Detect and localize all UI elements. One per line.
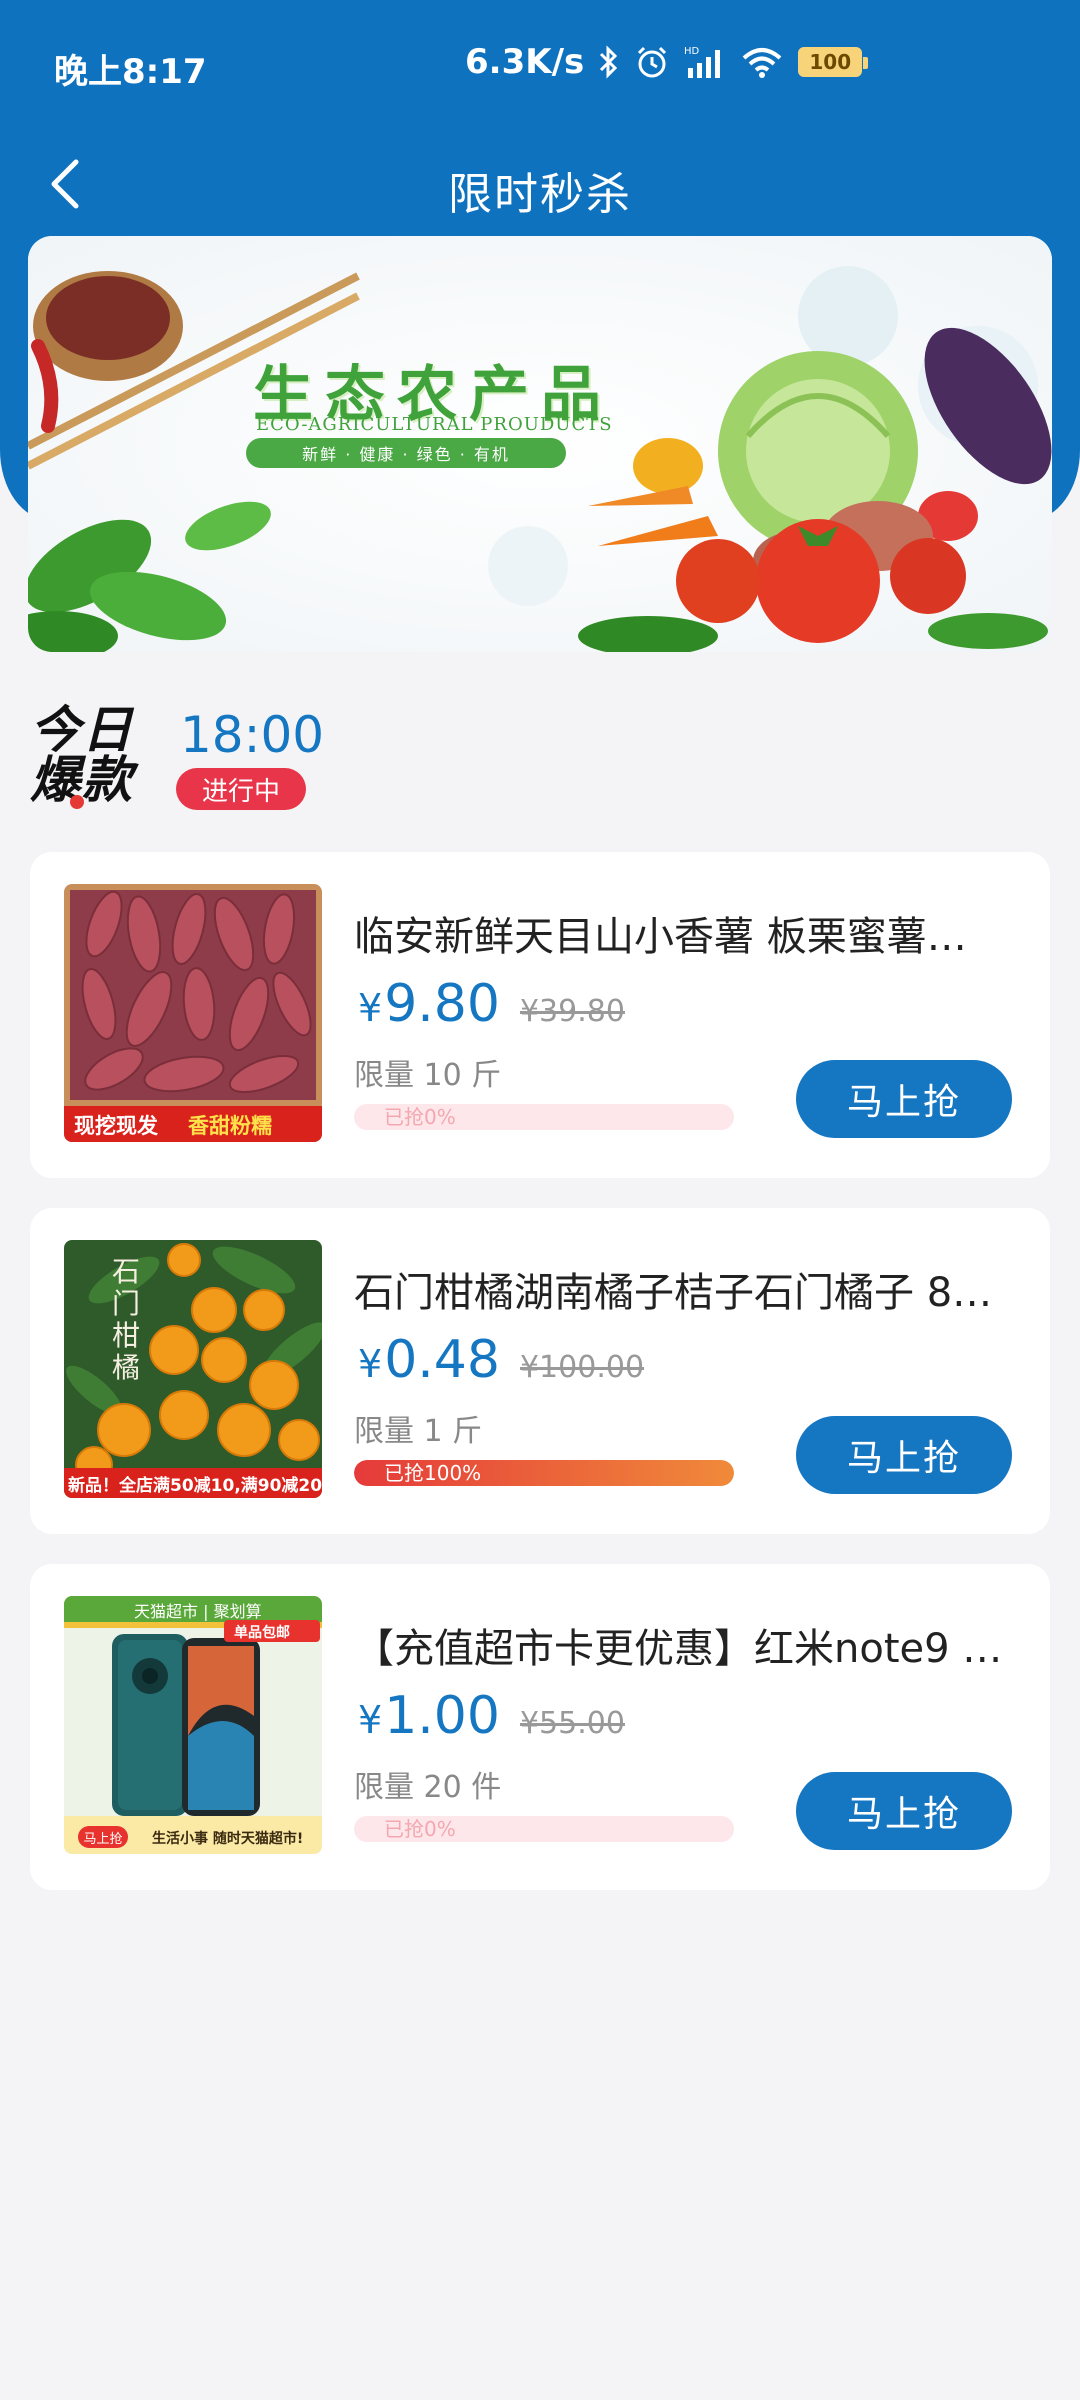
sold-progress-text: 已抢0% bbox=[384, 1817, 456, 1841]
original-price: ¥100.00 bbox=[519, 1350, 645, 1385]
product-title[interactable]: 石门柑橘湖南橘子桔子石门橘子 8… bbox=[354, 1260, 1014, 1318]
thumb-badge: 单品包邮 bbox=[234, 1625, 290, 1641]
bluetooth-icon bbox=[598, 42, 620, 82]
thumb-button: 马上抢 bbox=[78, 1826, 128, 1848]
session-status-badge: 进行中 bbox=[176, 768, 306, 810]
fire-dot-icon bbox=[70, 795, 84, 809]
thumb-footer: 生活小事 随时天猫超市! bbox=[152, 1831, 304, 1847]
price-row: ¥9.80 ¥39.80 bbox=[358, 974, 625, 1034]
thumb-header: 天猫超市 | 聚划算 bbox=[134, 1602, 262, 1621]
original-price: ¥55.00 bbox=[519, 1706, 625, 1741]
sold-progress-bar: 已抢100% bbox=[354, 1460, 734, 1486]
sold-progress-bar: 已抢0% bbox=[354, 1816, 734, 1842]
thumb-caption-right: 香甜粉糯 bbox=[188, 1114, 272, 1138]
today-hot-line1: 今日 bbox=[30, 701, 134, 759]
limit-quantity: 限量 20 件 bbox=[354, 1770, 502, 1805]
battery-icon: 100 bbox=[798, 47, 869, 77]
sold-progress-text: 已抢0% bbox=[384, 1105, 456, 1129]
today-hot-logo: 今日 爆款 bbox=[30, 705, 140, 810]
original-price: ¥39.80 bbox=[519, 994, 625, 1029]
product-thumbnail: 天猫超市 | 聚划算 单品包邮 马上抢 生活小事 随时天猫超市! bbox=[64, 1596, 322, 1854]
buy-now-button[interactable]: 马上抢 bbox=[796, 1416, 1012, 1494]
product-card[interactable]: 现挖现发 香甜粉糯 临安新鲜天目山小香薯 板栗蜜薯… ¥9.80 ¥39.80 … bbox=[30, 852, 1050, 1178]
product-thumbnail: 现挖现发 香甜粉糯 bbox=[64, 884, 322, 1142]
limit-quantity: 限量 1 斤 bbox=[354, 1414, 483, 1449]
sale-price: ¥1.00 bbox=[358, 1686, 500, 1746]
net-speed: 6.3K/s bbox=[465, 42, 585, 82]
svg-text:HD: HD bbox=[684, 46, 700, 57]
status-time: 晚上8:17 bbox=[54, 52, 207, 92]
alarm-icon bbox=[634, 42, 670, 82]
sold-progress-bar: 已抢0% bbox=[354, 1104, 734, 1130]
sold-progress-text: 已抢100% bbox=[384, 1461, 482, 1485]
limit-quantity: 限量 10 斤 bbox=[354, 1058, 502, 1093]
sale-price: ¥0.48 bbox=[358, 1330, 500, 1390]
buy-now-button[interactable]: 马上抢 bbox=[796, 1772, 1012, 1850]
thumb-caption: 新品！全店满50减10,满90减20 bbox=[68, 1476, 322, 1496]
product-title[interactable]: 【充值超市卡更优惠】红米note9 … bbox=[354, 1616, 1014, 1674]
banner-tags: 新鲜 · 健康 · 绿色 · 有机 bbox=[246, 438, 566, 468]
promo-banner[interactable]: 生态农产品 ECO-AGRICULTURAL PROUDUCTS 新鲜 · 健康… bbox=[28, 236, 1052, 652]
status-indicators: 6.3K/s HD 100 bbox=[465, 42, 869, 82]
page-title: 限时秒杀 bbox=[448, 169, 632, 220]
session-time[interactable]: 18:00 bbox=[180, 706, 324, 764]
thumb-overlay-text: 石门柑橘 bbox=[112, 1255, 141, 1384]
buy-now-button[interactable]: 马上抢 bbox=[796, 1060, 1012, 1138]
product-title[interactable]: 临安新鲜天目山小香薯 板栗蜜薯… bbox=[354, 904, 1014, 962]
status-bar: 晚上8:17 6.3K/s HD 100 bbox=[0, 0, 1080, 128]
price-row: ¥1.00 ¥55.00 bbox=[358, 1686, 625, 1746]
today-hot-line2: 爆款 bbox=[30, 751, 134, 809]
thumb-caption-left: 现挖现发 bbox=[74, 1114, 158, 1138]
product-card[interactable]: 天猫超市 | 聚划算 单品包邮 马上抢 生活小事 随时天猫超市! 【充值超市卡更… bbox=[30, 1564, 1050, 1890]
product-thumbnail: 石门柑橘 新品！全店满50减10,满90减20 bbox=[64, 1240, 322, 1498]
banner-subtitle: ECO-AGRICULTURAL PROUDUCTS bbox=[256, 414, 613, 435]
sale-price: ¥9.80 bbox=[358, 974, 500, 1034]
wifi-icon bbox=[740, 42, 784, 82]
price-row: ¥0.48 ¥100.00 bbox=[358, 1330, 644, 1390]
signal-icon: HD bbox=[684, 42, 726, 82]
product-card[interactable]: 石门柑橘 新品！全店满50减10,满90减20 石门柑橘湖南橘子桔子石门橘子 8… bbox=[30, 1208, 1050, 1534]
